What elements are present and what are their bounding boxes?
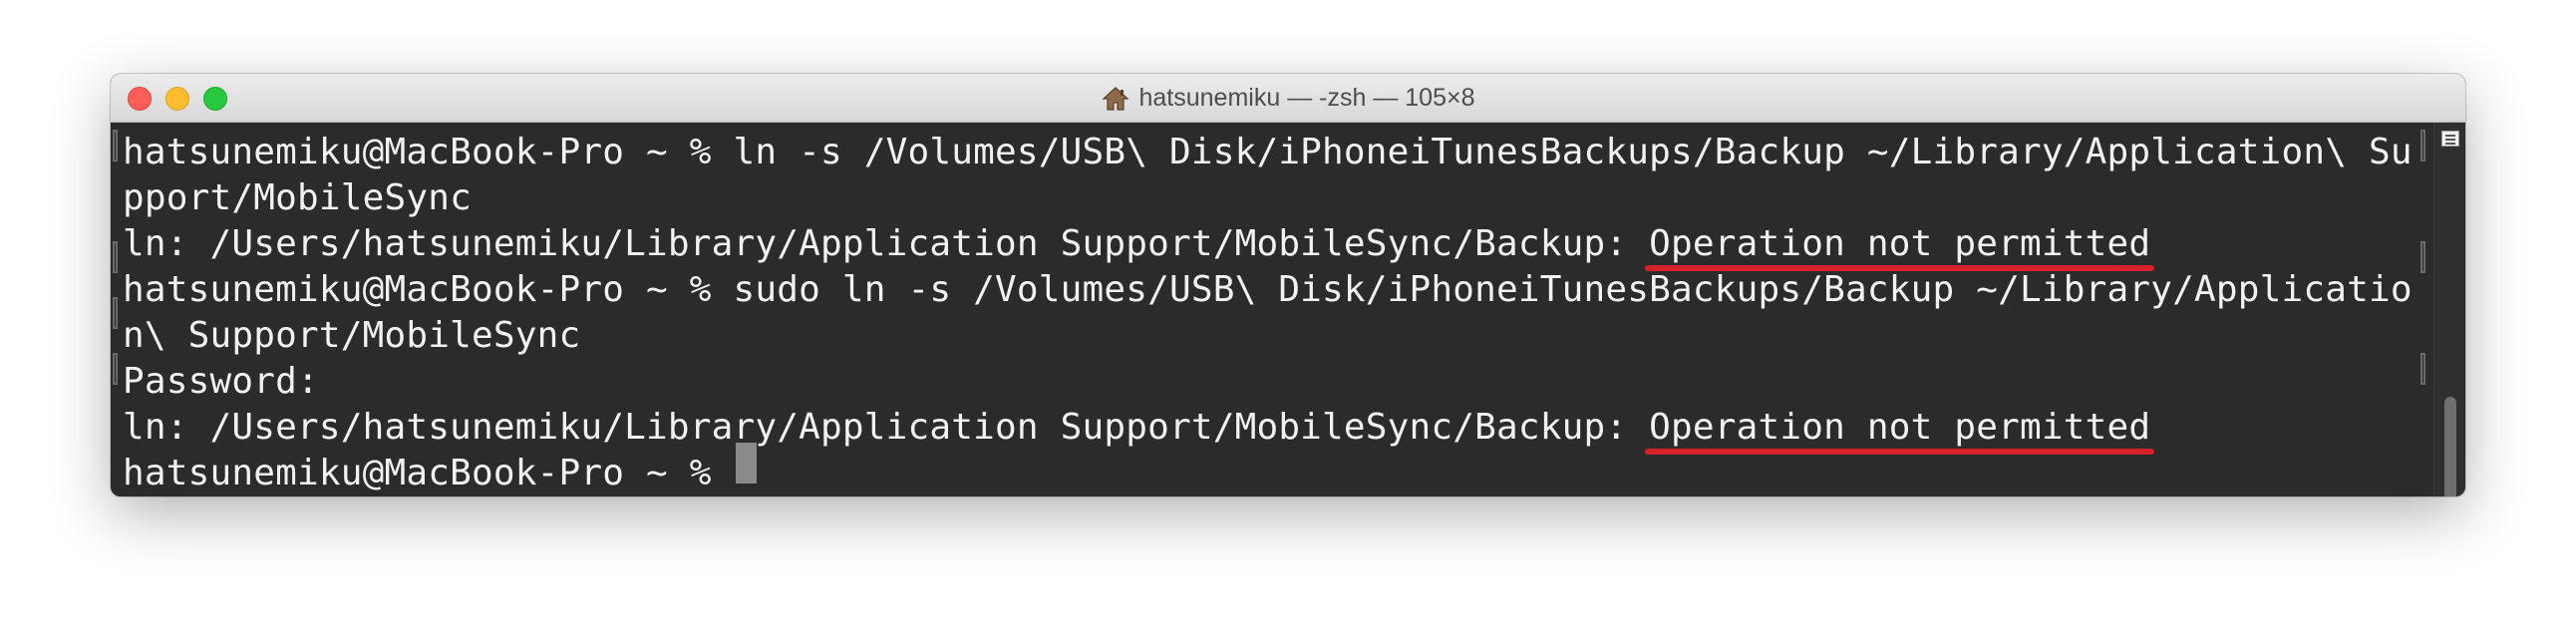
title-bar[interactable]: hatsunemiku — -zsh — 105×8 bbox=[111, 74, 2465, 123]
scroll-thumb[interactable] bbox=[2444, 397, 2456, 496]
error-message-prefix: ln: /Users/hatsunemiku/Library/Applicati… bbox=[123, 223, 1650, 264]
terminal-line: hatsunemiku@MacBook-Pro ~ % ln -s /Volum… bbox=[123, 132, 2413, 172]
terminal-prompt-line: hatsunemiku@MacBook-Pro ~ % bbox=[123, 453, 734, 493]
text-cursor bbox=[736, 443, 757, 483]
error-highlight: Operation not permitted bbox=[1645, 405, 2155, 455]
terminal-window: hatsunemiku — -zsh — 105×8 hatsunemiku@M… bbox=[111, 74, 2465, 496]
scrollbar[interactable] bbox=[2433, 123, 2465, 496]
terminal-line: pport/MobileSync bbox=[123, 177, 472, 218]
terminal-line-error: ln: /Users/hatsunemiku/Library/Applicati… bbox=[123, 405, 2155, 455]
error-highlight: Operation not permitted bbox=[1645, 221, 2155, 271]
split-pane-icon[interactable] bbox=[2441, 131, 2459, 147]
terminal-line: Password: bbox=[123, 361, 319, 402]
left-margin-marker bbox=[113, 353, 118, 385]
terminal-line-error: ln: /Users/hatsunemiku/Library/Applicati… bbox=[123, 221, 2155, 271]
window-title: hatsunemiku — -zsh — 105×8 bbox=[111, 74, 2465, 123]
window-title-text: hatsunemiku — -zsh — 105×8 bbox=[1138, 84, 1475, 112]
terminal-line: n\ Support/MobileSync bbox=[123, 315, 581, 356]
error-message-prefix: ln: /Users/hatsunemiku/Library/Applicati… bbox=[123, 407, 1650, 448]
left-margin-marker bbox=[113, 241, 118, 273]
right-margin-marker bbox=[2420, 130, 2425, 161]
left-margin-marker bbox=[113, 130, 118, 161]
right-margin-marker bbox=[2420, 353, 2425, 385]
terminal-output[interactable]: hatsunemiku@MacBook-Pro ~ % ln -s /Volum… bbox=[111, 123, 2433, 496]
terminal-line: hatsunemiku@MacBook-Pro ~ % sudo ln -s /… bbox=[123, 269, 2413, 310]
home-icon bbox=[1101, 86, 1129, 111]
left-margin-marker bbox=[113, 297, 118, 329]
right-margin-marker bbox=[2420, 241, 2425, 273]
